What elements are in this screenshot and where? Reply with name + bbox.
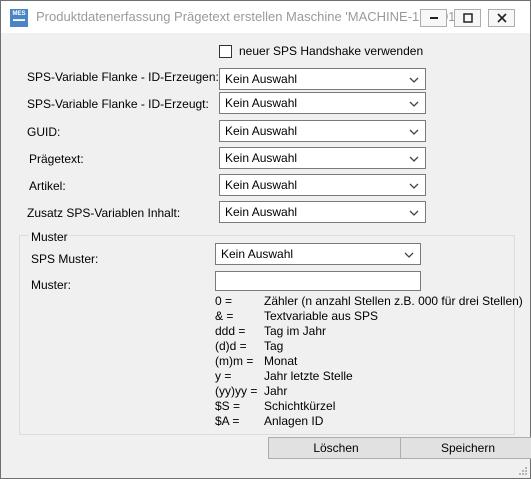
chevron-down-icon	[404, 252, 414, 258]
save-button[interactable]: Speichern	[400, 437, 531, 459]
select-value: Kein Auswahl	[225, 72, 298, 86]
handshake-label: neuer SPS Handshake verwenden	[239, 44, 424, 58]
legend-desc: Textvariable aus SPS	[264, 309, 379, 323]
legend-key: (yy)yy =	[215, 384, 258, 398]
muster-input[interactable]	[215, 271, 421, 291]
minimize-button[interactable]	[420, 9, 447, 27]
legend-desc: Tag im Jahr	[264, 324, 327, 338]
select-praegetext[interactable]: Kein Auswahl	[219, 147, 426, 169]
muster-label: Muster:	[31, 278, 72, 292]
select-value: Kein Auswahl	[225, 205, 298, 219]
select-value: Kein Auswahl	[225, 96, 298, 110]
chevron-down-icon	[409, 129, 419, 135]
select-id-erzeugen[interactable]: Kein Auswahl	[219, 68, 426, 90]
maximize-button[interactable]	[454, 9, 481, 27]
chevron-down-icon	[409, 156, 419, 162]
legend-key: & =	[215, 309, 234, 323]
legend-key: ddd =	[215, 324, 246, 338]
legend-key: (d)d =	[215, 339, 247, 353]
field-label-id-erzeugen: SPS-Variable Flanke - ID-Erzeugen:	[27, 70, 219, 84]
dialog-window: MES ▬▬ Produktdatenerfassung Prägetext er…	[0, 0, 531, 479]
legend-desc: Jahr	[264, 384, 288, 398]
field-label-zusatz: Zusatz SPS-Variablen Inhalt:	[27, 206, 181, 220]
field-label-id-erzeugt: SPS-Variable Flanke - ID-Erzeugt:	[27, 97, 209, 111]
muster-group-title: Muster	[29, 230, 70, 244]
select-value: Kein Auswahl	[225, 178, 298, 192]
legend-key: 0 =	[215, 294, 233, 308]
maximize-icon	[463, 13, 473, 23]
select-sps-muster[interactable]: Kein Auswahl	[215, 243, 421, 265]
legend-desc: Anlagen ID	[264, 414, 324, 428]
handshake-checkbox[interactable]	[219, 45, 232, 58]
legend-desc: Tag	[264, 339, 284, 353]
legend-desc: Jahr letzte Stelle	[264, 369, 353, 383]
close-icon	[497, 13, 507, 23]
select-guid[interactable]: Kein Auswahl	[219, 120, 426, 142]
app-icon: MES ▬▬	[10, 9, 28, 27]
select-artikel[interactable]: Kein Auswahl	[219, 174, 426, 196]
title-bar[interactable]: MES ▬▬ Produktdatenerfassung Prägetext er…	[1, 1, 530, 33]
chevron-down-icon	[409, 210, 419, 216]
legend-key: y =	[215, 369, 232, 383]
select-value: Kein Auswahl	[221, 247, 294, 261]
select-value: Kein Auswahl	[225, 124, 298, 138]
sps-muster-label: SPS Muster:	[31, 252, 99, 266]
delete-button[interactable]: Löschen	[268, 437, 404, 459]
legend-key: (m)m =	[215, 354, 254, 368]
resize-grip-icon[interactable]	[518, 466, 528, 476]
close-button[interactable]	[488, 9, 515, 27]
legend-desc: Monat	[264, 354, 298, 368]
chevron-down-icon	[409, 183, 419, 189]
minimize-icon	[430, 17, 438, 19]
legend-desc: Schichtkürzel	[264, 399, 336, 413]
select-zusatz[interactable]: Kein Auswahl	[219, 201, 426, 223]
window-title: Produktdatenerfassung Prägetext erstelle…	[36, 9, 458, 24]
legend-key: $A =	[215, 414, 240, 428]
legend-desc: Zähler (n anzahl Stellen z.B. 000 für dr…	[264, 294, 523, 308]
chevron-down-icon	[409, 77, 419, 83]
chevron-down-icon	[409, 101, 419, 107]
field-label-artikel: Artikel:	[29, 179, 66, 193]
select-value: Kein Auswahl	[225, 151, 298, 165]
select-id-erzeugt[interactable]: Kein Auswahl	[219, 92, 426, 114]
field-label-praegetext: Prägetext:	[29, 152, 84, 166]
field-label-guid: GUID:	[27, 125, 61, 139]
legend-key: $S =	[215, 399, 241, 413]
